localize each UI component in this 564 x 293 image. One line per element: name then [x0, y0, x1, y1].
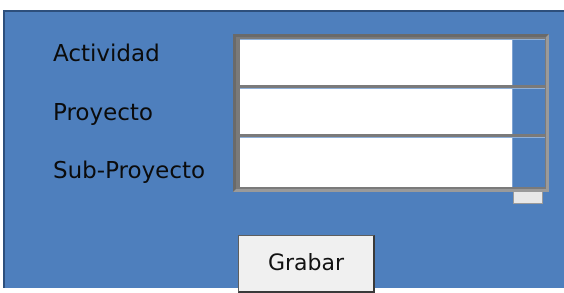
form-panel: Actividad Proyecto Sub-Proyecto Grabar: [3, 10, 564, 293]
proyecto-listbox-scrollbar[interactable]: [512, 89, 545, 134]
proyecto-label: Proyecto: [53, 100, 153, 126]
actividad-listbox-scrollbar[interactable]: [512, 40, 545, 85]
subproyecto-label: Sub-Proyecto: [53, 158, 206, 184]
listboxes-frame: [233, 34, 549, 192]
subproyecto-listbox-scrollbar[interactable]: [512, 138, 545, 187]
actividad-label: Actividad: [53, 41, 160, 67]
actividad-listbox[interactable]: [240, 39, 545, 85]
grabar-button[interactable]: Grabar: [238, 235, 375, 293]
subproyecto-listbox[interactable]: [240, 137, 545, 187]
listbox-scroll-tab[interactable]: [513, 192, 543, 204]
proyecto-listbox[interactable]: [240, 88, 545, 134]
